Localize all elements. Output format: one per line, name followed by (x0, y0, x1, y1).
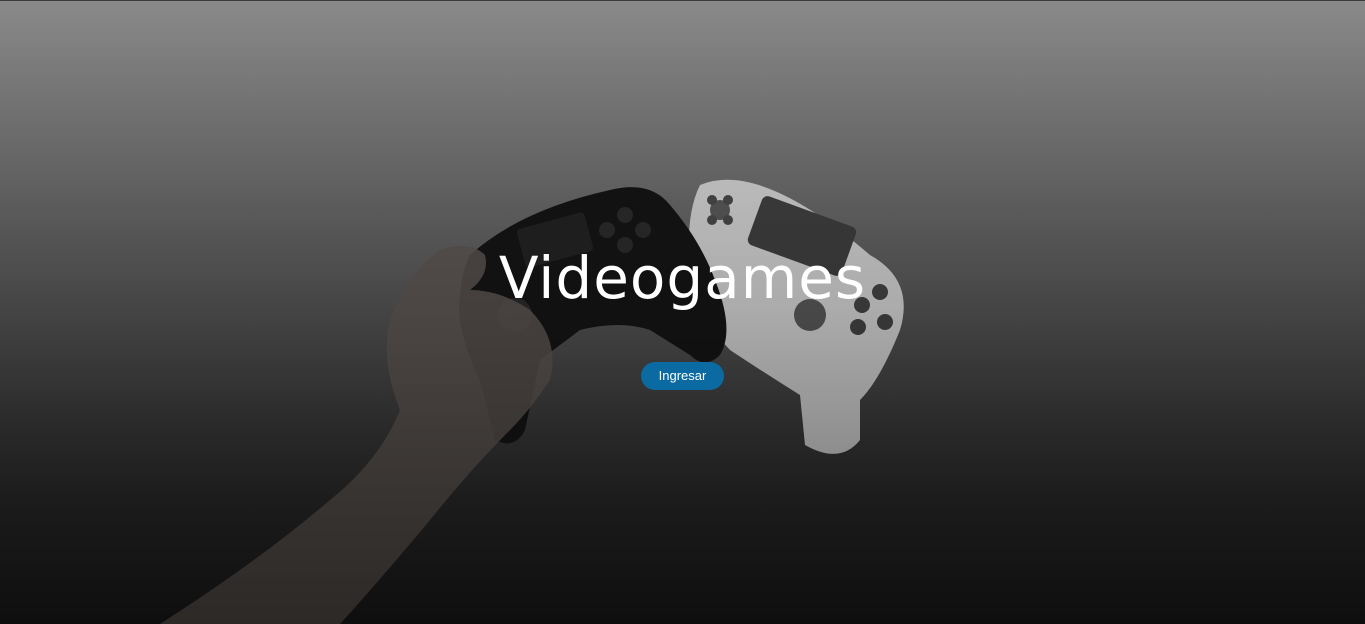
ingresar-button[interactable]: Ingresar (641, 362, 724, 390)
hero-section: Videogames Ingresar (0, 0, 1365, 624)
page-title: Videogames (498, 244, 867, 312)
hero-content: Videogames Ingresar (0, 0, 1365, 624)
